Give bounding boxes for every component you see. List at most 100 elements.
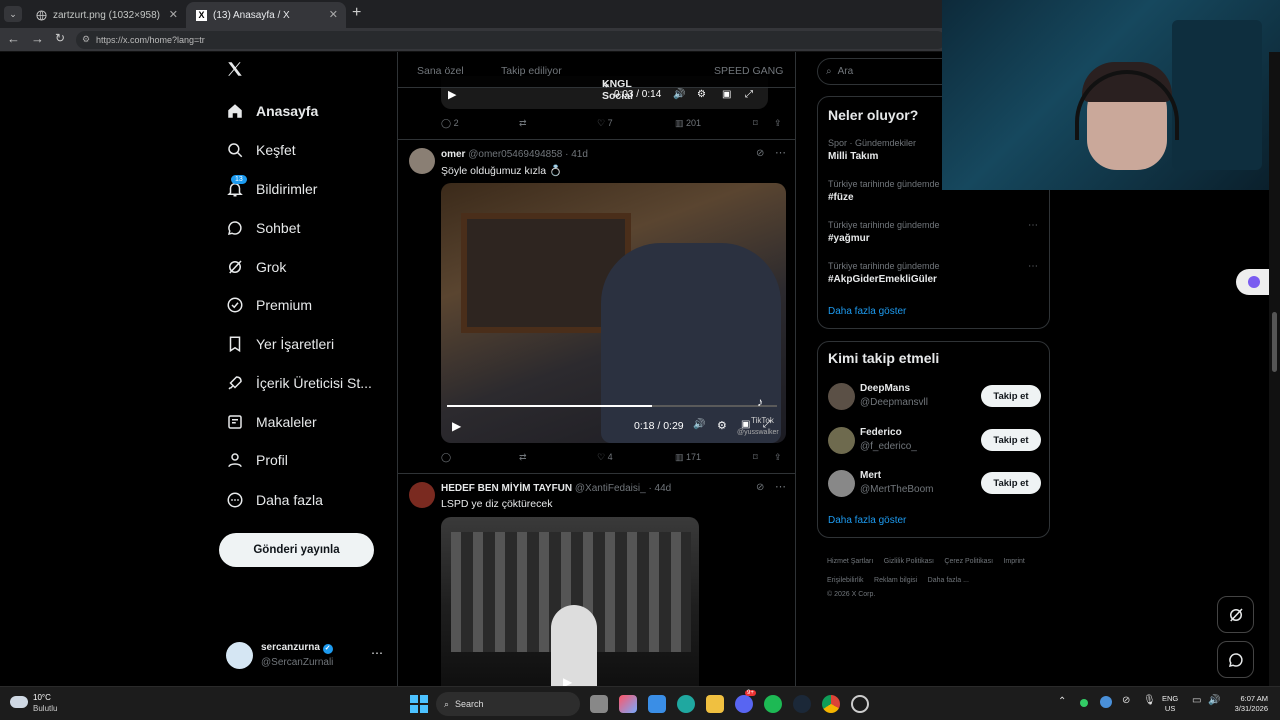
follow-button[interactable]: Takip et bbox=[981, 385, 1041, 407]
chrome-icon[interactable] bbox=[822, 695, 840, 713]
tab-following[interactable]: Takip ediliyor bbox=[501, 65, 562, 77]
reply-icon[interactable]: ◯ bbox=[441, 452, 451, 463]
post-time[interactable]: 44d bbox=[655, 483, 672, 494]
repost-icon[interactable]: ⇄ bbox=[519, 452, 527, 463]
copilot-icon[interactable] bbox=[619, 695, 637, 713]
tab-x-home[interactable]: X (13) Anasayfa / X ✕ bbox=[186, 2, 346, 28]
tray-mic-icon[interactable]: 🎙 bbox=[1143, 695, 1156, 706]
footer-link[interactable]: Çerez Politikası bbox=[944, 558, 993, 565]
grok-icon[interactable]: ⊘ bbox=[756, 482, 764, 493]
clock[interactable]: 6:07 AM 3/31/2026 bbox=[1226, 694, 1268, 714]
volume-icon[interactable]: 🔊 bbox=[693, 419, 705, 430]
back-icon[interactable]: ← bbox=[7, 31, 20, 46]
trend-item[interactable]: Türkiye tarihinde gündemde #yağmur ⋯ bbox=[828, 220, 1038, 244]
discord-icon[interactable]: 9+ bbox=[735, 690, 756, 713]
play-icon[interactable]: ▶ bbox=[448, 88, 456, 101]
steam-icon[interactable] bbox=[793, 695, 811, 713]
footer-link[interactable]: Erişilebilirlik bbox=[827, 577, 864, 584]
post-time[interactable]: 41d bbox=[571, 149, 588, 160]
url-input[interactable]: ⚙ https://x.com/home?lang=tr bbox=[76, 31, 946, 49]
follow-button[interactable]: Takip et bbox=[981, 429, 1041, 451]
site-info-icon[interactable]: ⚙ bbox=[82, 34, 90, 45]
like-icon[interactable]: ♡ 7 bbox=[597, 118, 613, 129]
footer-link[interactable]: Imprint bbox=[1003, 558, 1024, 565]
share-icon[interactable]: ⇪ bbox=[774, 118, 782, 129]
sidebar-item-chat[interactable]: Sohbet bbox=[226, 216, 300, 240]
more-dots-icon[interactable]: ⋯ bbox=[371, 646, 383, 660]
store-icon[interactable] bbox=[648, 695, 666, 713]
tray-chevron-icon[interactable]: ⌃ bbox=[1058, 696, 1066, 707]
repost-icon[interactable]: ⇄ bbox=[519, 118, 527, 129]
tab-list-button[interactable]: ⌄ bbox=[4, 6, 22, 22]
more-dots-icon[interactable]: ⋯ bbox=[775, 146, 786, 159]
edge-icon[interactable] bbox=[677, 695, 695, 713]
sidebar-item-home[interactable]: Anasayfa bbox=[226, 99, 318, 123]
close-tab-icon[interactable]: ✕ bbox=[169, 8, 178, 21]
views-icon[interactable]: ▥ 171 bbox=[675, 452, 701, 463]
tab-for-you[interactable]: Sana özel bbox=[417, 65, 464, 77]
scrollbar-thumb[interactable] bbox=[1272, 312, 1277, 372]
bookmark-icon[interactable]: ⌑ bbox=[753, 118, 758, 129]
follow-item[interactable]: Mert @MertTheBoom Takip et bbox=[818, 467, 1051, 503]
sidebar-item-more[interactable]: Daha fazla bbox=[226, 488, 323, 512]
more-dots-icon[interactable]: ⋯ bbox=[1028, 261, 1038, 272]
messages-button[interactable] bbox=[1217, 641, 1254, 678]
sidebar-item-creator-studio[interactable]: İçerik Üreticisi St... bbox=[226, 371, 372, 395]
close-tab-icon[interactable]: ✕ bbox=[329, 8, 338, 21]
footer-link[interactable]: Gizlilik Politikası bbox=[884, 558, 934, 565]
play-icon[interactable]: ▶ bbox=[452, 419, 461, 433]
grok-button[interactable] bbox=[1217, 596, 1254, 633]
new-tab-button[interactable]: + bbox=[352, 4, 361, 22]
reply-icon[interactable]: ◯ 2 bbox=[441, 118, 459, 129]
pip-icon[interactable]: ▣ bbox=[722, 89, 731, 100]
footer-link[interactable]: Reklam bilgisi bbox=[874, 577, 917, 584]
post-button[interactable]: Gönderi yayınla bbox=[219, 533, 374, 567]
grok-icon[interactable]: ⊘ bbox=[756, 148, 764, 159]
sidebar-item-bookmarks[interactable]: Yer İşaretleri bbox=[226, 332, 334, 356]
forward-icon[interactable]: → bbox=[31, 31, 44, 46]
follow-item[interactable]: Federico @f_ederico_ Takip et bbox=[818, 424, 1051, 460]
follow-item[interactable]: DeepMans @Deepmansvll Takip et bbox=[818, 380, 1051, 416]
tab-speed-gang[interactable]: SPEED GANG bbox=[714, 65, 783, 77]
more-dots-icon[interactable]: ⋯ bbox=[1028, 220, 1038, 231]
author-handle[interactable]: @XantiFedaisi_ bbox=[575, 483, 646, 494]
video-progress-track[interactable] bbox=[447, 405, 777, 407]
post[interactable]: omer @omer05469494858 · 41d ⊘ ⋯ Şöyle ol… bbox=[398, 140, 795, 473]
task-view-icon[interactable] bbox=[590, 695, 608, 713]
play-icon[interactable]: ▶ bbox=[563, 675, 572, 686]
tab-image[interactable]: zartzurt.png (1032×958) ✕ bbox=[26, 2, 186, 28]
scrollbar[interactable] bbox=[1269, 52, 1280, 686]
account-switcher[interactable]: sercanzurna ✓ @SercanZurnali ⋯ bbox=[226, 640, 386, 672]
volume-icon[interactable]: 🔊 bbox=[673, 89, 685, 100]
author-handle[interactable]: @omer05469494858 bbox=[468, 149, 562, 160]
tray-steam-icon[interactable] bbox=[1100, 696, 1112, 708]
file-explorer-icon[interactable] bbox=[706, 695, 724, 713]
footer-link[interactable]: Hizmet Şartları bbox=[827, 558, 873, 565]
share-icon[interactable]: ⇪ bbox=[774, 452, 782, 463]
post-video[interactable]: ▶ 0:18 / 0:29 🔊 ⚙ ▣ ⤢ ♪ TikTok @yusswalk… bbox=[441, 183, 786, 443]
settings-icon[interactable]: ⚙ bbox=[717, 419, 727, 432]
network-icon[interactable]: ▭ bbox=[1192, 695, 1201, 706]
sidebar-item-articles[interactable]: Makaleler bbox=[226, 410, 317, 434]
volume-icon[interactable]: 🔊 bbox=[1208, 695, 1220, 706]
start-button[interactable] bbox=[410, 695, 428, 713]
more-dots-icon[interactable]: ⋯ bbox=[775, 480, 786, 493]
post[interactable]: HEDEF BEN MİYİM TAYFUN @XantiFedaisi_ · … bbox=[398, 474, 795, 686]
post-video[interactable]: ▶ bbox=[441, 517, 699, 686]
follow-button[interactable]: Takip et bbox=[981, 472, 1041, 494]
author-name[interactable]: omer bbox=[441, 149, 465, 160]
views-icon[interactable]: ▥ 201 bbox=[675, 118, 701, 129]
tray-mute-icon[interactable]: ⊘ bbox=[1122, 695, 1130, 706]
sidebar-item-grok[interactable]: Grok bbox=[226, 255, 286, 279]
sidebar-item-profile[interactable]: Profil bbox=[226, 448, 288, 472]
sidebar-item-explore[interactable]: Keşfet bbox=[226, 138, 296, 162]
tray-status-icon[interactable] bbox=[1080, 699, 1088, 707]
footer-link[interactable]: Daha fazla ... bbox=[928, 577, 969, 584]
language-indicator[interactable]: ENG US bbox=[1162, 694, 1178, 714]
grok-app-icon[interactable] bbox=[851, 695, 869, 713]
show-more-link[interactable]: Daha fazla göster bbox=[828, 306, 906, 317]
author-name[interactable]: HEDEF BEN MİYİM TAYFUN bbox=[441, 483, 572, 494]
reload-icon[interactable]: ↻ bbox=[55, 31, 65, 45]
sidebar-item-notifications[interactable]: 13 Bildirimler bbox=[226, 175, 317, 201]
show-more-link[interactable]: Daha fazla göster bbox=[828, 515, 906, 526]
